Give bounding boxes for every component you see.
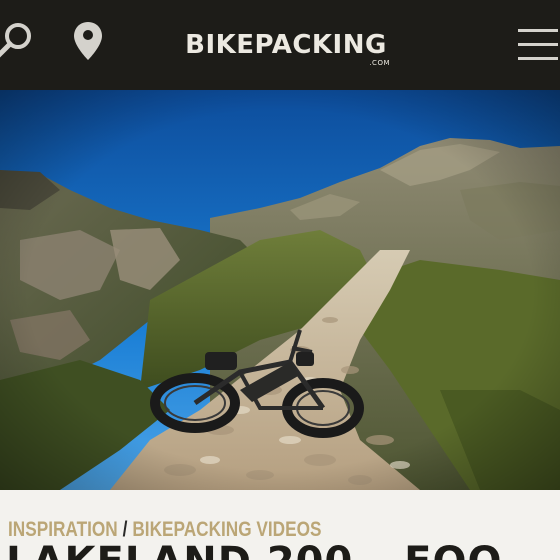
article-title: LAKELAND 200 – FOO: [6, 540, 503, 560]
hero-image[interactable]: [0, 90, 560, 490]
page: BIKEPACKING .COM INSPIRATION / BIKEPACKI…: [0, 0, 560, 560]
map-pin-icon: [74, 22, 102, 60]
logo-suffix: .COM: [369, 59, 390, 67]
breadcrumb-videos-link[interactable]: BIKEPACKING VIDEOS: [132, 518, 321, 541]
breadcrumb-inspiration-link[interactable]: INSPIRATION: [8, 518, 118, 541]
location-button[interactable]: [72, 20, 104, 64]
hamburger-menu-icon: [518, 29, 558, 32]
search-button[interactable]: [0, 18, 38, 66]
hero-photo: [0, 90, 560, 490]
breadcrumb-separator: /: [122, 518, 128, 541]
search-icon: [0, 23, 31, 58]
article-header: INSPIRATION/BIKEPACKING VIDEOS LAKELAND …: [0, 490, 560, 560]
site-header: BIKEPACKING .COM: [0, 0, 560, 90]
menu-button[interactable]: [516, 27, 560, 63]
logo-text: BIKEPACKING: [185, 30, 387, 60]
site-logo[interactable]: BIKEPACKING .COM: [178, 30, 394, 74]
